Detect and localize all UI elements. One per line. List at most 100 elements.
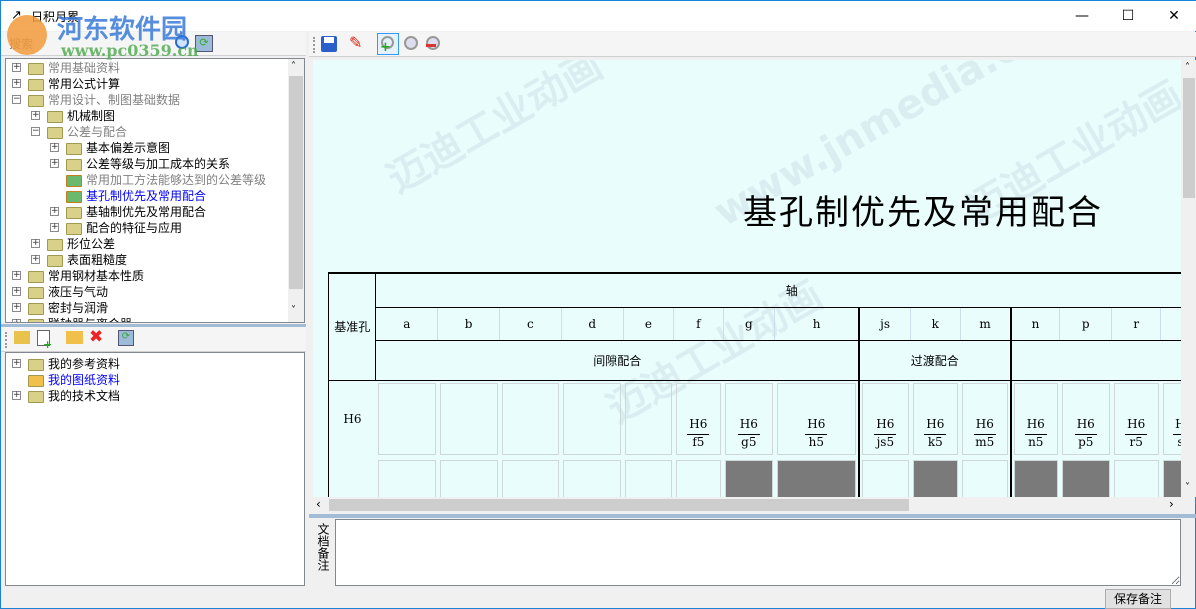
fit-cell: H6js5 <box>859 380 911 457</box>
save-notes-button[interactable]: 保存备注 <box>1105 589 1171 609</box>
row-header: H7 <box>329 457 376 497</box>
tree-item[interactable]: 常用钢材基本性质 <box>28 268 144 284</box>
category-tree: +常用基础资料+常用公式计算−常用设计、制图基础数据+机械制图−公差与配合+基本… <box>5 58 305 323</box>
expand-toggle[interactable]: + <box>50 159 59 168</box>
tree-item[interactable]: 我的图纸资料 <box>28 372 120 388</box>
expand-toggle[interactable]: + <box>31 255 40 264</box>
tree-item[interactable]: 我的参考资料 <box>28 356 120 372</box>
pen-icon[interactable]: ✎ <box>349 33 362 52</box>
scroll-right-icon[interactable]: › <box>1169 497 1174 511</box>
scroll-down-icon[interactable]: ˅ <box>1185 482 1190 493</box>
column-header: s <box>1161 307 1181 340</box>
tree-item-label: 公差等级与加工成本的关系 <box>86 157 230 171</box>
fit-cell <box>561 380 623 457</box>
fit-cell <box>561 457 623 497</box>
scroll-up-icon[interactable]: ˄ <box>291 61 296 72</box>
tree-item[interactable]: 常用加工方法能够达到的公差等级 <box>66 172 266 188</box>
scroll-down-icon[interactable]: ˅ <box>291 305 296 316</box>
open-folder-icon[interactable] <box>66 331 83 344</box>
expand-toggle[interactable]: + <box>31 111 40 120</box>
tree-item[interactable]: 液压与气动 <box>28 284 108 300</box>
expand-toggle[interactable]: + <box>50 223 59 232</box>
expand-toggle[interactable]: + <box>12 359 21 368</box>
fit-cell <box>500 380 562 457</box>
tree-item-label: 形位公差 <box>67 237 115 251</box>
zoom-icon[interactable] <box>404 36 418 50</box>
expand-toggle[interactable]: + <box>12 319 21 323</box>
tree-item[interactable]: 公差等级与加工成本的关系 <box>66 156 230 172</box>
tree-item[interactable]: 公差与配合 <box>47 124 127 140</box>
folder-icon <box>66 143 82 155</box>
maximize-button[interactable]: ☐ <box>1105 1 1151 31</box>
scroll-thumb[interactable] <box>1183 78 1195 198</box>
fit-cell: H7 <box>911 457 960 497</box>
tree-item[interactable]: 形位公差 <box>47 236 115 252</box>
my-docs-toolbar: + ✖ ⟳ <box>1 327 306 352</box>
new-document-icon[interactable]: + <box>37 330 50 346</box>
tree-item[interactable]: 联轴器与离合器 <box>28 316 132 323</box>
splitter[interactable] <box>309 514 1196 518</box>
scroll-thumb[interactable] <box>329 499 909 511</box>
tree-item[interactable]: 机械制图 <box>47 108 115 124</box>
expand-toggle[interactable]: + <box>50 143 59 152</box>
base-hole-header: 基准孔 <box>329 273 376 380</box>
expand-toggle[interactable]: + <box>12 303 21 312</box>
tree-item[interactable]: 常用基础资料 <box>28 60 120 76</box>
tree-item[interactable]: 配合的特征与应用 <box>66 220 182 236</box>
fit-cell: H7 <box>775 457 859 497</box>
scroll-thumb[interactable] <box>289 76 303 289</box>
expand-toggle[interactable]: − <box>12 95 21 104</box>
minimize-button[interactable]: — <box>1059 1 1105 31</box>
expand-toggle[interactable]: + <box>12 79 21 88</box>
tree-item[interactable]: 基本偏差示意图 <box>66 140 170 156</box>
expand-toggle[interactable]: − <box>31 127 40 136</box>
tree-item[interactable]: 常用设计、制图基础数据 <box>28 92 180 108</box>
expand-toggle[interactable]: + <box>12 391 21 400</box>
clearance-fit-group: 间隙配合 <box>376 340 859 380</box>
document-title: 基孔制优先及常用配合 <box>743 185 1103 234</box>
folder-icon <box>28 271 44 283</box>
tree-scrollbar[interactable]: ˄ ˅ <box>288 59 304 322</box>
column-header: p <box>1060 307 1112 340</box>
tree-item[interactable]: 密封与润滑 <box>28 300 108 316</box>
close-button[interactable]: ✕ <box>1151 1 1196 31</box>
folder-icon <box>47 255 63 267</box>
fit-cell <box>438 457 500 497</box>
tree-item[interactable]: 我的技术文档 <box>28 388 120 404</box>
folder-icon <box>28 63 44 75</box>
column-header: d <box>561 307 623 340</box>
refresh-icon[interactable]: ⟳ <box>118 330 134 346</box>
interference-fit-group <box>1011 340 1181 380</box>
fit-cell <box>438 380 500 457</box>
expand-toggle[interactable]: + <box>12 63 21 72</box>
tree-item[interactable]: 基轴制优先及常用配合 <box>66 204 206 220</box>
my-docs-tree: + 我的参考资料我的图纸资料 + 我的技术文档 <box>5 352 305 586</box>
fit-cell: H7 <box>859 457 911 497</box>
tree-item-label: 联轴器与离合器 <box>48 317 132 323</box>
tree-item-label: 基轴制优先及常用配合 <box>86 205 206 219</box>
delete-icon[interactable]: ✖ <box>89 327 103 347</box>
tree-item[interactable]: 表面粗糙度 <box>47 252 127 268</box>
toolbar-grip[interactable] <box>5 332 8 348</box>
tree-item-label: 表面粗糙度 <box>67 253 127 267</box>
edit-folder-icon[interactable] <box>14 331 30 344</box>
folder-icon <box>28 95 44 107</box>
zoom-out-icon[interactable] <box>426 36 440 50</box>
tree-item[interactable]: 基孔制优先及常用配合 <box>66 188 206 204</box>
scroll-up-icon[interactable]: ˄ <box>1185 62 1190 73</box>
scroll-left-icon[interactable]: ‹ <box>316 497 321 511</box>
folder-icon <box>28 287 44 299</box>
expand-toggle[interactable]: + <box>50 207 59 216</box>
expand-toggle[interactable]: + <box>31 239 40 248</box>
tree-item[interactable]: 常用公式计算 <box>28 76 120 92</box>
vertical-scrollbar[interactable]: ˄ ˅ <box>1181 60 1196 497</box>
horizontal-scrollbar[interactable]: ‹ › <box>313 497 1181 513</box>
row-header: H6 <box>329 380 376 457</box>
open-folder-icon <box>28 375 44 387</box>
notes-textarea[interactable] <box>335 519 1181 586</box>
expand-toggle[interactable]: + <box>12 271 21 280</box>
expand-toggle[interactable]: + <box>12 287 21 296</box>
save-icon[interactable] <box>321 36 337 52</box>
zoom-in-button[interactable]: + <box>377 33 399 55</box>
toolbar-grip[interactable] <box>313 37 316 53</box>
